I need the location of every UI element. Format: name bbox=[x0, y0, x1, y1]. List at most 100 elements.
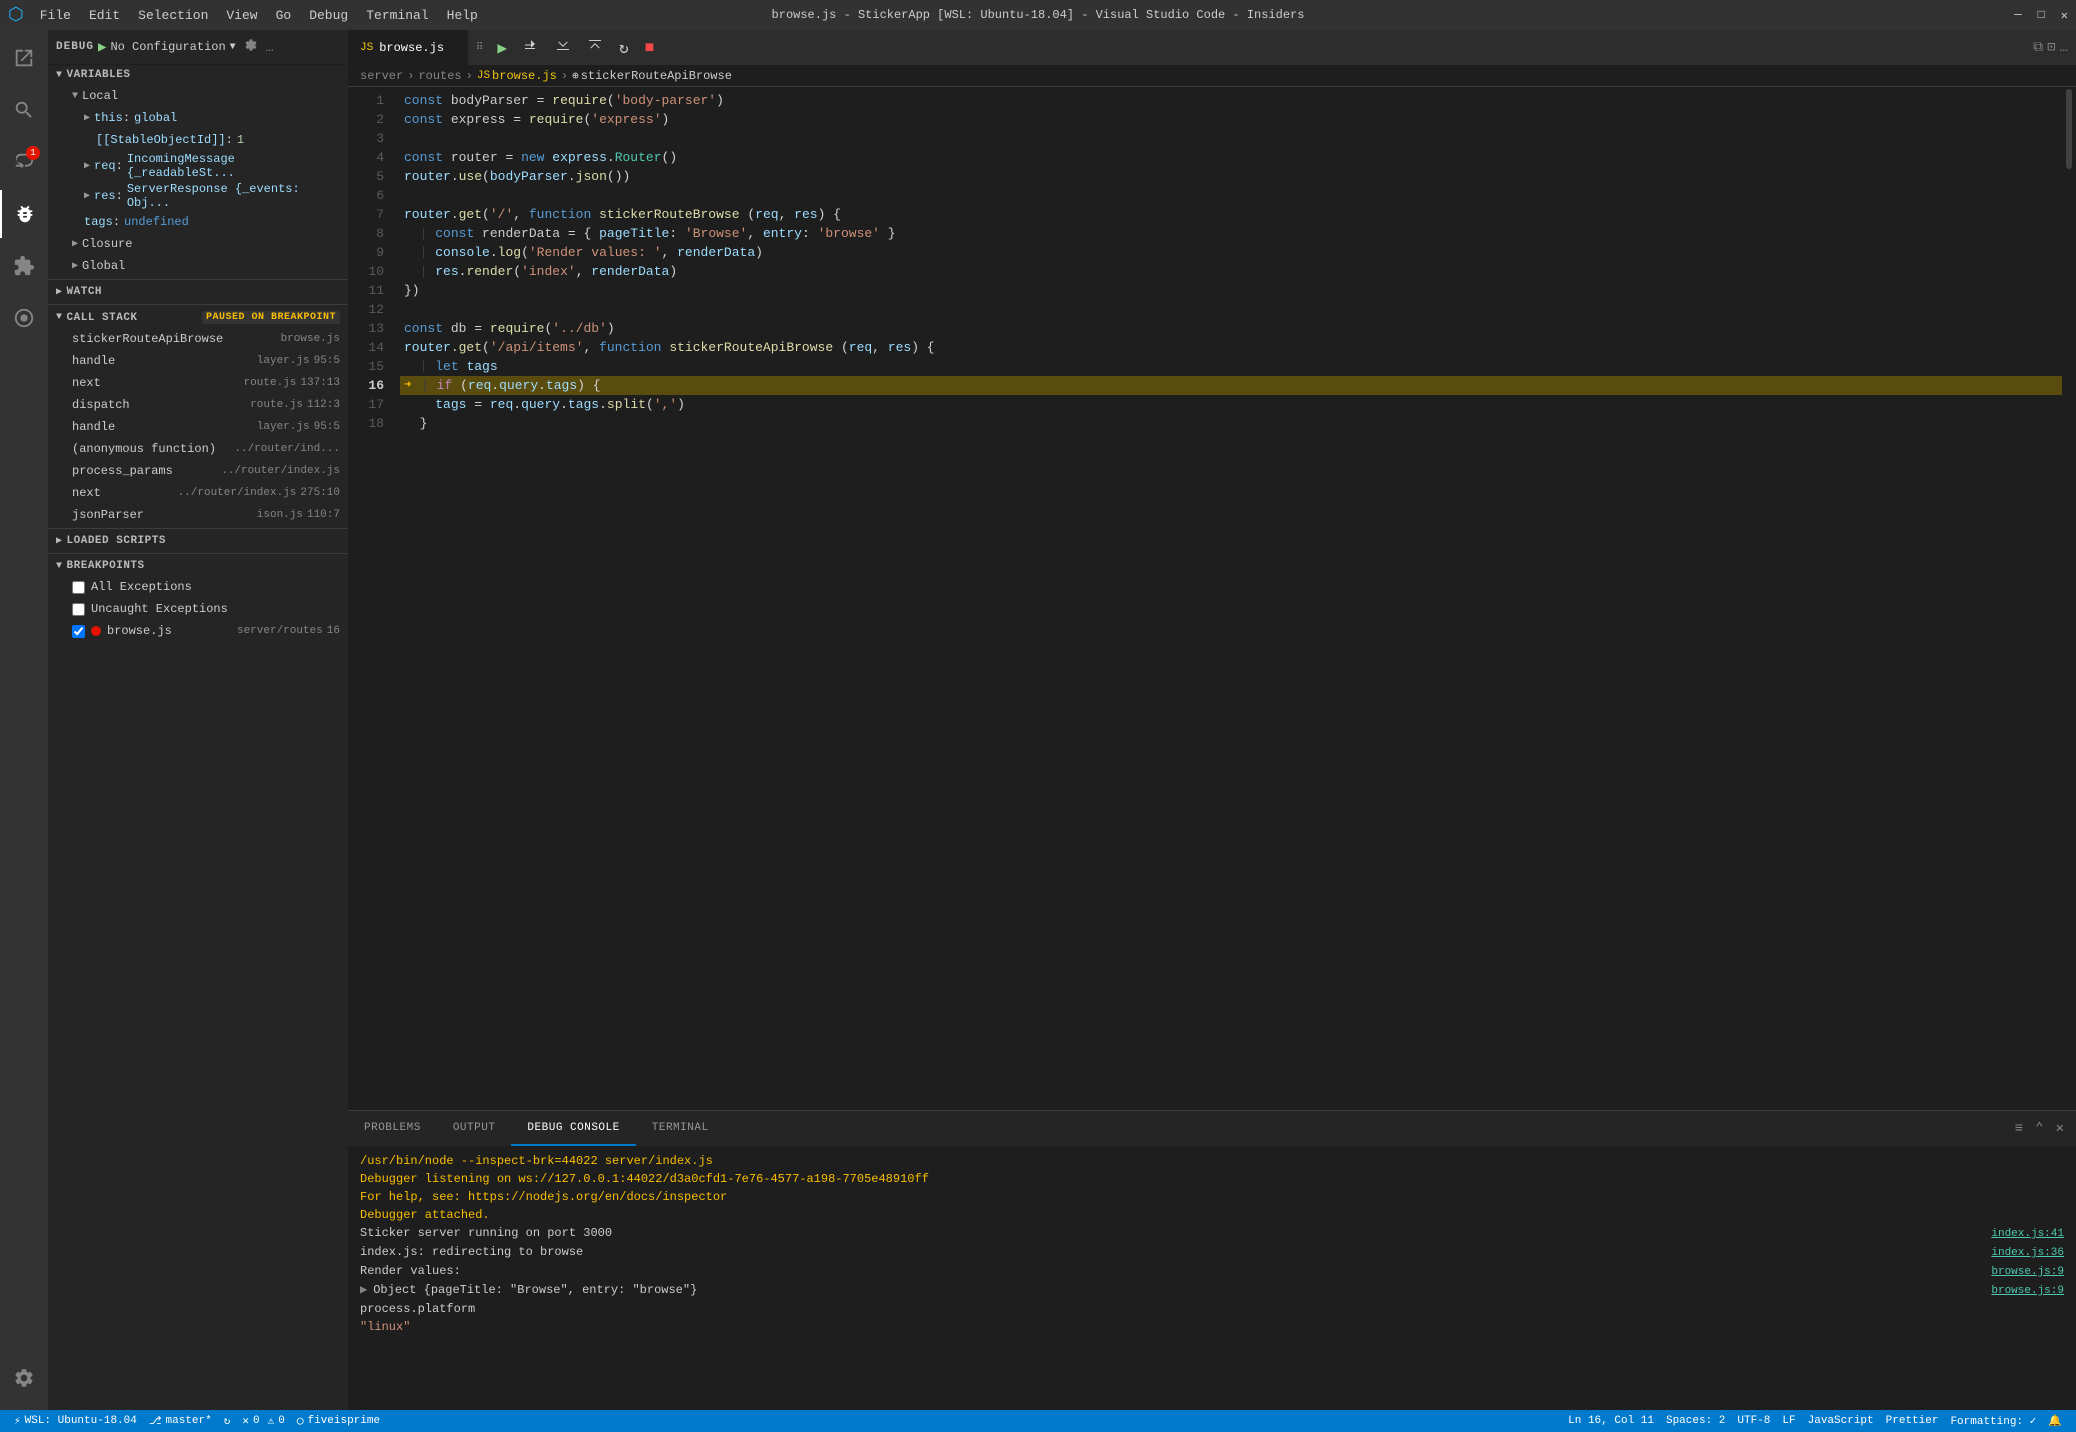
menu-view[interactable]: View bbox=[218, 6, 265, 25]
activity-scm[interactable]: 1 bbox=[0, 138, 48, 186]
tab-terminal[interactable]: TERMINAL bbox=[636, 1111, 725, 1146]
status-encoding[interactable]: UTF-8 bbox=[1731, 1415, 1776, 1427]
watch-header[interactable]: ▶ WATCH bbox=[48, 282, 348, 302]
breadcrumb-routes[interactable]: routes bbox=[418, 69, 461, 83]
more-actions-btn[interactable]: … bbox=[2060, 40, 2068, 56]
debug-actions: ⠿ ▶ ↻ ■ bbox=[476, 30, 660, 65]
menu-file[interactable]: File bbox=[32, 6, 79, 25]
editor-scrollbar[interactable] bbox=[2062, 87, 2076, 1110]
var-this[interactable]: ▶ this : global bbox=[48, 107, 348, 129]
divider-2 bbox=[48, 304, 348, 305]
breadcrumb-file[interactable]: browse.js bbox=[492, 69, 557, 83]
status-branch[interactable]: ⎇ master* bbox=[143, 1414, 218, 1428]
call-stack-item-7[interactable]: next ../router/index.js 275:10 bbox=[48, 482, 348, 504]
bp-all-exceptions-checkbox[interactable] bbox=[72, 581, 85, 594]
var-stable-id[interactable]: [[StableObjectId]] : 1 bbox=[48, 129, 348, 151]
status-ln[interactable]: Ln 16, Col 11 bbox=[1562, 1415, 1660, 1427]
status-prettier[interactable]: Prettier bbox=[1880, 1415, 1945, 1427]
minimize-button[interactable]: ─ bbox=[2014, 8, 2021, 23]
call-stack-item-4[interactable]: handle layer.js 95:5 bbox=[48, 416, 348, 438]
console-source-7[interactable]: browse.js:9 bbox=[1991, 1282, 2064, 1300]
debug-restart-btn[interactable]: ↻ bbox=[613, 36, 635, 60]
debug-drag-handle[interactable]: ⠿ bbox=[476, 42, 483, 54]
status-bell[interactable]: 🔔 bbox=[2042, 1414, 2068, 1428]
tab-browse-js[interactable]: JS browse.js bbox=[348, 30, 468, 65]
status-language[interactable]: JavaScript bbox=[1802, 1415, 1880, 1427]
breakpoints-header[interactable]: ▼ BREAKPOINTS bbox=[48, 556, 348, 576]
cs-file-7: ../router/index.js bbox=[178, 487, 297, 499]
loaded-scripts-header[interactable]: ▶ LOADED SCRIPTS bbox=[48, 531, 348, 551]
close-button[interactable]: ✕ bbox=[2061, 8, 2068, 23]
watch-label: WATCH bbox=[67, 286, 103, 298]
closure-scope[interactable]: ▶ Closure bbox=[48, 233, 348, 255]
sidebar-scroll[interactable]: ▼ VARIABLES ▼ Local ▶ this : global [[St… bbox=[48, 65, 348, 1410]
menu-terminal[interactable]: Terminal bbox=[358, 6, 436, 25]
call-stack-item-2[interactable]: next route.js 137:13 bbox=[48, 372, 348, 394]
scroll-thumb[interactable] bbox=[2066, 89, 2072, 169]
debug-run-button[interactable]: ▶ bbox=[98, 39, 106, 56]
debug-step-out-btn[interactable] bbox=[581, 35, 609, 60]
tab-output[interactable]: OUTPUT bbox=[437, 1111, 512, 1146]
debug-config-selector[interactable]: No Configuration bbox=[110, 40, 225, 54]
call-stack-item-5[interactable]: (anonymous function) ../router/ind... bbox=[48, 438, 348, 460]
debug-step-over-btn[interactable] bbox=[517, 35, 545, 60]
status-github-label: fiveisprime bbox=[307, 1415, 380, 1427]
status-github[interactable]: ◯ fiveisprime bbox=[291, 1414, 386, 1428]
breadcrumb-server[interactable]: server bbox=[360, 69, 403, 83]
status-eol[interactable]: LF bbox=[1776, 1415, 1801, 1427]
activity-git[interactable] bbox=[0, 294, 48, 342]
local-scope[interactable]: ▼ Local bbox=[48, 85, 348, 107]
activity-debug[interactable] bbox=[0, 190, 48, 238]
console-source-4[interactable]: index.js:41 bbox=[1991, 1225, 2064, 1243]
menu-go[interactable]: Go bbox=[268, 6, 300, 25]
menu-selection[interactable]: Selection bbox=[130, 6, 216, 25]
activity-settings[interactable] bbox=[0, 1354, 48, 1402]
debug-ellipsis-button[interactable]: … bbox=[266, 40, 274, 55]
global-scope[interactable]: ▶ Global bbox=[48, 255, 348, 277]
bp-uncaught-checkbox[interactable] bbox=[72, 603, 85, 616]
bp-browse-checkbox[interactable] bbox=[72, 625, 85, 638]
status-sync[interactable]: ↻ bbox=[218, 1414, 237, 1428]
debug-continue-btn[interactable]: ▶ bbox=[491, 36, 513, 60]
debug-step-into-btn[interactable] bbox=[549, 35, 577, 60]
call-stack-item-6[interactable]: process_params ../router/index.js bbox=[48, 460, 348, 482]
breadcrumb-function[interactable]: stickerRouteApiBrowse bbox=[581, 69, 732, 83]
var-this-value: global bbox=[134, 111, 177, 125]
debug-stop-btn[interactable]: ■ bbox=[639, 37, 661, 59]
panel-collapse-btn[interactable]: ⌃ bbox=[2031, 1118, 2047, 1139]
var-req[interactable]: ▶ req : IncomingMessage {_readableSt... bbox=[48, 151, 348, 181]
menu-help[interactable]: Help bbox=[439, 6, 486, 25]
call-stack-item-0[interactable]: stickerRouteApiBrowse browse.js bbox=[48, 328, 348, 350]
status-errors[interactable]: ✕ 0 ⚠ 0 bbox=[236, 1414, 290, 1428]
panel-close-btn[interactable]: ✕ bbox=[2052, 1118, 2068, 1139]
call-stack-item-1[interactable]: handle layer.js 95:5 bbox=[48, 350, 348, 372]
maximize-button[interactable]: □ bbox=[2038, 8, 2045, 23]
activity-search[interactable] bbox=[0, 86, 48, 134]
activity-explorer[interactable] bbox=[0, 34, 48, 82]
bp-browse-name: browse.js bbox=[107, 624, 237, 638]
console-source-5[interactable]: index.js:36 bbox=[1991, 1244, 2064, 1262]
split-editor-btn[interactable]: ⧉ bbox=[2033, 40, 2043, 56]
console-source-6[interactable]: browse.js:9 bbox=[1991, 1263, 2064, 1281]
toggle-panel-btn[interactable]: ⊡ bbox=[2047, 39, 2055, 56]
debug-gear-icon[interactable] bbox=[244, 38, 258, 56]
code-content[interactable]: const bodyParser = require('body-parser'… bbox=[396, 87, 2062, 1110]
call-stack-item-3[interactable]: dispatch route.js 112:3 bbox=[48, 394, 348, 416]
menu-debug[interactable]: Debug bbox=[301, 6, 356, 25]
call-stack-header[interactable]: ▼ CALL STACK PAUSED ON BREAKPOINT bbox=[48, 307, 348, 328]
status-wsl-label: WSL: Ubuntu-18.04 bbox=[25, 1415, 137, 1427]
status-wsl[interactable]: ⚡ WSL: Ubuntu-18.04 bbox=[8, 1414, 143, 1428]
var-res[interactable]: ▶ res : ServerResponse {_events: Obj... bbox=[48, 181, 348, 211]
console-line-9: "linux" bbox=[360, 1318, 2064, 1336]
status-formatting[interactable]: Formatting: ✓ bbox=[1944, 1414, 2042, 1428]
status-spaces[interactable]: Spaces: 2 bbox=[1660, 1415, 1731, 1427]
panel-list-btn[interactable]: ≡ bbox=[2011, 1119, 2027, 1139]
var-tags[interactable]: tags : undefined bbox=[48, 211, 348, 233]
tab-debug-console[interactable]: DEBUG CONSOLE bbox=[511, 1111, 635, 1146]
call-stack-item-8[interactable]: jsonParser ison.js 110:7 bbox=[48, 504, 348, 526]
menu-edit[interactable]: Edit bbox=[81, 6, 128, 25]
variables-header[interactable]: ▼ VARIABLES bbox=[48, 65, 348, 85]
cs-fn-1: handle bbox=[72, 354, 257, 368]
tab-problems[interactable]: PROBLEMS bbox=[348, 1111, 437, 1146]
activity-extensions[interactable] bbox=[0, 242, 48, 290]
